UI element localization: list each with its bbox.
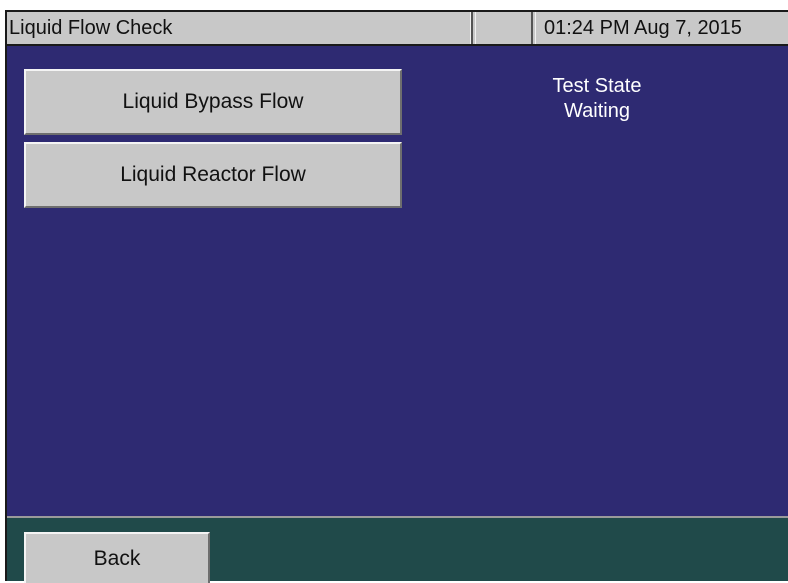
title-bar-spacer [475, 12, 533, 44]
test-state-label: Test State [552, 75, 642, 97]
liquid-reactor-flow-button[interactable]: Liquid Reactor Flow [24, 142, 402, 208]
title-bar: Liquid Flow Check 01:24 PM Aug 7, 2015 [7, 10, 788, 46]
date-time-display: 01:24 PM Aug 7, 2015 [535, 12, 788, 44]
screen-title: Liquid Flow Check [7, 12, 473, 44]
footer-bar: Back [7, 516, 788, 583]
test-state-value: Waiting [564, 100, 630, 122]
hmi-screen: Liquid Flow Check 01:24 PM Aug 7, 2015 L… [5, 10, 788, 583]
back-button[interactable]: Back [24, 532, 210, 583]
test-state-panel: Test State Waiting [512, 74, 682, 124]
liquid-bypass-flow-button[interactable]: Liquid Bypass Flow [24, 69, 402, 135]
